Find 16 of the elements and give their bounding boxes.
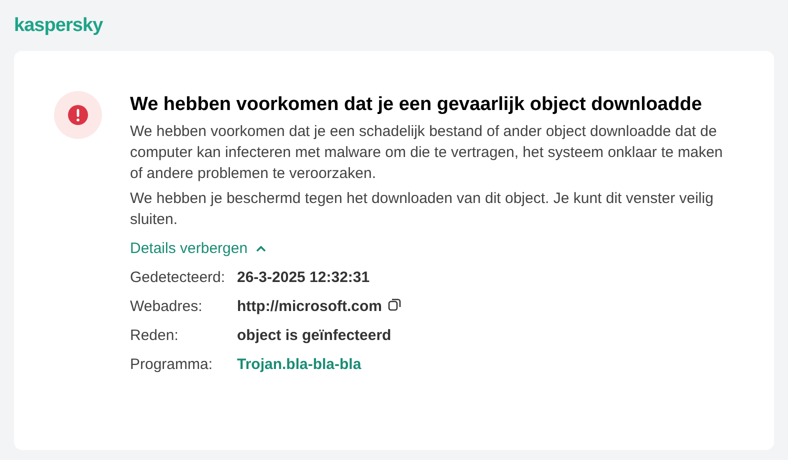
copy-icon[interactable] <box>388 298 401 311</box>
detail-value: http://microsoft.com <box>237 297 382 318</box>
details-toggle[interactable]: Details verbergen <box>130 238 266 260</box>
alert-icon <box>54 91 102 139</box>
detail-label: Webadres: <box>130 297 204 318</box>
chevron-icon <box>256 246 266 252</box>
alert-title: We hebben voorkomen dat je een gevaarlijk object downloadde <box>130 93 703 117</box>
detail-link[interactable]: Trojan.bla-bla-bla <box>237 354 362 377</box>
detail-label: Programma: <box>130 355 214 376</box>
detail-value: object is geïnfecteerd <box>237 326 392 346</box>
description-text: We hebben voorkomen dat je een schadelijk bestand of ander object downloadde dat de computer kan infecteren met malware om die te vertragen, het systeem onklaar te maken of andere problemen te veroorzaken. <box>130 122 724 184</box>
description-text: We hebben je beschermd tegen het downloaden van dit object. Je kunt dit venster veilig sluiten. <box>130 189 714 230</box>
detail-value: 26-3-2025 12:32:31 <box>237 268 370 288</box>
logo: kaspersky <box>14 14 103 38</box>
detail-label: Gedetecteerd: <box>130 268 226 288</box>
detail-label: Reden: <box>130 326 180 346</box>
